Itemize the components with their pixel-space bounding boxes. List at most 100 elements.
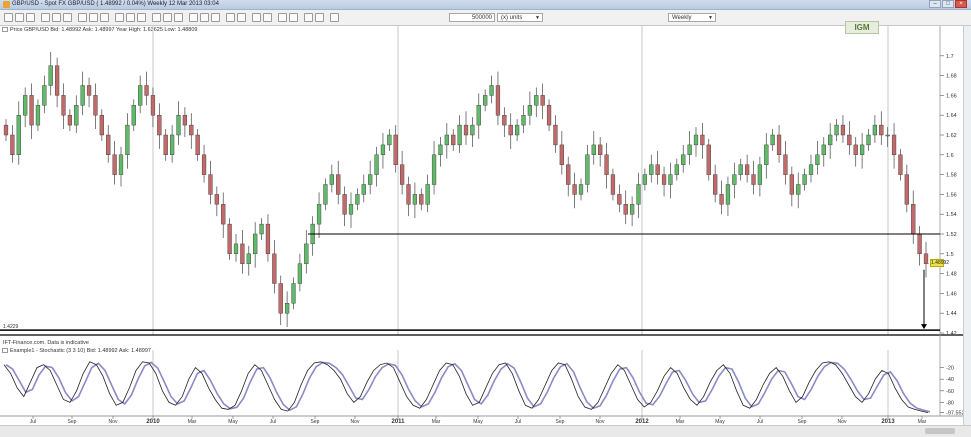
candle-body	[342, 194, 347, 215]
candle-body	[770, 134, 775, 146]
candle-body	[572, 184, 577, 195]
candle-body	[221, 204, 226, 225]
candle-body	[348, 204, 354, 215]
candle-body	[655, 164, 660, 175]
candle-body	[713, 174, 718, 195]
candle-body	[751, 174, 756, 185]
indicator-tick-label: -40	[946, 377, 954, 383]
candle-body	[201, 154, 207, 175]
candle-body	[451, 134, 456, 146]
price-tick-label: 1.68	[946, 74, 957, 80]
candle-body	[316, 204, 322, 225]
price-tick-label: 1.52	[946, 232, 957, 238]
candle-body	[259, 223, 264, 235]
candle-body	[246, 253, 251, 264]
candle-body	[144, 85, 149, 96]
candle-body	[284, 303, 290, 314]
price-tick-label: 1.58	[946, 173, 957, 179]
candle-body	[329, 174, 334, 185]
candle-body	[610, 174, 616, 195]
scrollbar-thumb[interactable]	[925, 428, 955, 434]
price-tick-label: 1.66	[946, 93, 957, 99]
candle-body	[719, 194, 724, 205]
candle-body	[527, 105, 533, 116]
candle-body	[898, 154, 903, 175]
candle-body	[617, 194, 622, 205]
price-axis: 1.7 1.68 1.66 1.64 1.62 1.6 1.58 1.56 1.54 1.52 1.…	[940, 54, 957, 337]
candle-body	[106, 134, 111, 155]
candle-body	[150, 95, 156, 116]
price-tick-label: 1.56	[946, 192, 957, 198]
current-price-tag: 1.48992	[930, 259, 950, 267]
candle-body	[265, 223, 271, 255]
candle-body	[623, 204, 628, 215]
candle-body	[195, 134, 200, 155]
price-tick-label: 1.7	[946, 54, 954, 60]
stochastic-series	[3, 361, 931, 413]
candle-body	[80, 85, 85, 106]
price-tick-label: 1.54	[946, 212, 957, 218]
vertical-scrollbar[interactable]	[963, 26, 971, 425]
indicator-tick-label: -20	[946, 366, 954, 372]
candle-body	[361, 184, 366, 195]
candle-body	[661, 174, 667, 185]
candle-body	[42, 85, 47, 106]
projection-arrow-head	[921, 324, 927, 330]
candle-body	[387, 134, 392, 146]
candle-body	[840, 124, 846, 136]
candle-body	[463, 124, 469, 136]
price-tick-label: 1.62	[946, 133, 957, 139]
candle-body	[10, 134, 15, 155]
candle-body	[578, 184, 584, 195]
candle-body	[649, 164, 654, 175]
price-tick-label: 1.64	[946, 113, 957, 119]
candle-body	[74, 105, 79, 126]
candle-body	[169, 134, 175, 155]
candle-body	[783, 154, 788, 175]
candle-body	[706, 144, 711, 175]
candle-body	[872, 124, 878, 136]
candle-body	[821, 144, 826, 155]
candle-body	[687, 144, 692, 155]
candle-body	[304, 243, 309, 264]
candle-body	[489, 85, 494, 96]
indicator-tick-label: -97.552	[946, 411, 965, 417]
candle-body	[483, 95, 488, 106]
candle-body	[681, 154, 686, 165]
candle-body	[125, 124, 130, 155]
candle-body	[885, 134, 890, 137]
candle-body	[495, 85, 501, 116]
price-tick-label: 1.5	[946, 252, 954, 258]
candle-body	[163, 134, 168, 155]
time-axis: Jul Sep Nov 2010 Mar May Jul Sep Nov 2011 Mar May Ju…	[30, 416, 927, 425]
candle-body	[521, 114, 526, 126]
candle-body	[668, 174, 673, 185]
candle-body	[182, 114, 188, 126]
chart-canvas[interactable]: 1.4229 1.7 1.68 1.66 1.64 1.62 1.6 1.58 1.56 1.5…	[0, 0, 971, 436]
candle-body	[399, 164, 405, 185]
candle-body	[502, 114, 507, 126]
candle-body	[853, 144, 858, 155]
candle-body	[99, 114, 104, 136]
candle-body	[559, 144, 564, 165]
candle-body	[393, 134, 398, 165]
indicator-axis: -20 -40 -60 -80 -97.552	[940, 366, 965, 417]
candle-body	[336, 174, 341, 195]
candle-body	[431, 154, 437, 185]
candle-body	[291, 283, 296, 304]
candle-body	[48, 65, 53, 86]
candle-body	[438, 144, 443, 155]
candle-body	[636, 184, 641, 205]
candle-body	[738, 164, 743, 175]
candle-body	[789, 174, 794, 195]
candle-body	[534, 95, 539, 106]
grid-lines	[0, 26, 963, 417]
price-tick-label: 1.46	[946, 291, 957, 297]
candle-body	[157, 114, 162, 136]
horizontal-scrollbar[interactable]	[0, 425, 971, 437]
price-tick-label: 1.48	[946, 272, 957, 278]
candle-body	[406, 184, 411, 205]
candle-body	[891, 134, 897, 155]
candle-body	[131, 105, 136, 126]
candle-body	[380, 144, 386, 155]
